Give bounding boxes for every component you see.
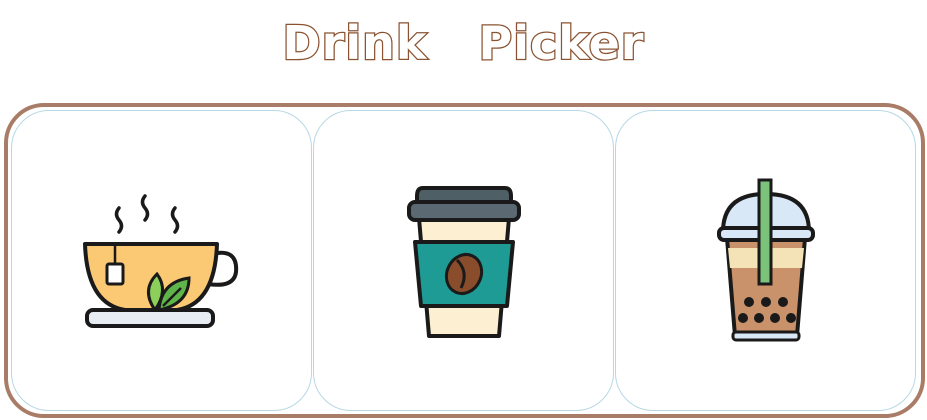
page-title: Drink Picker (281, 15, 645, 72)
drink-option-coffee[interactable] (313, 110, 614, 411)
drink-option-bubble-tea[interactable] (615, 110, 916, 411)
coffee-cup-icon (406, 185, 521, 338)
tea-cup-icon (82, 193, 238, 328)
drink-option-tea[interactable] (11, 110, 312, 411)
bubble-tea-icon (716, 178, 815, 341)
